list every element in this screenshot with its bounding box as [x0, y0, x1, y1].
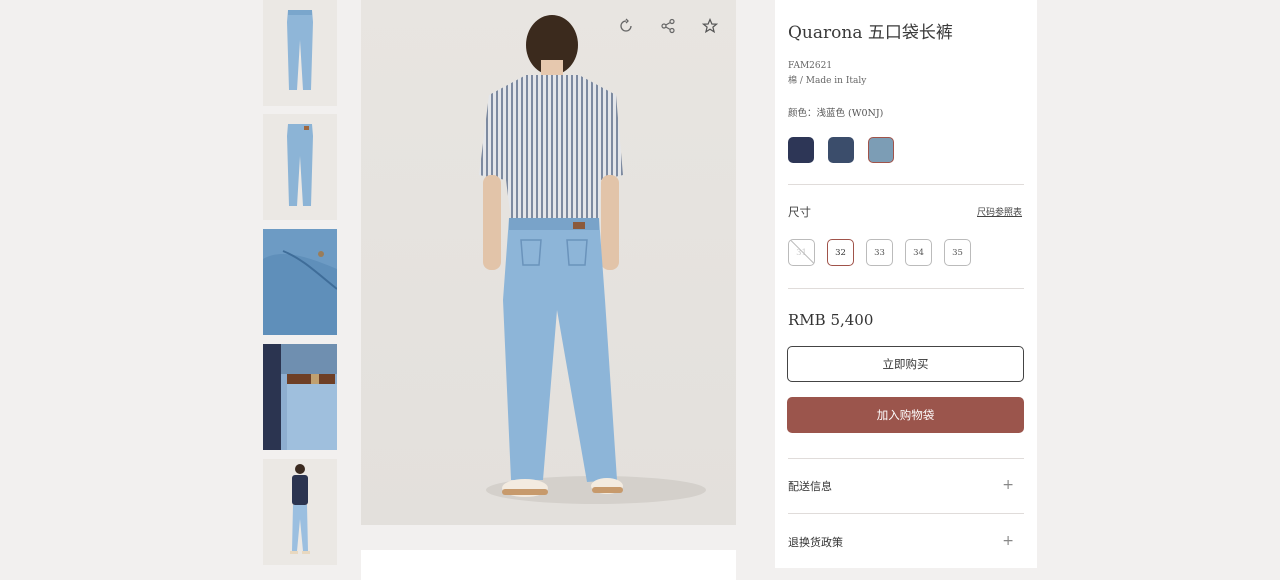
product-price: RMB 5,400 — [788, 311, 874, 329]
image-actions — [615, 16, 721, 36]
size-option-35[interactable]: 35 — [944, 239, 971, 266]
size-option-33[interactable]: 33 — [866, 239, 893, 266]
accordion-shipping-label: 配送信息 — [788, 480, 832, 493]
swatch-light-blue[interactable] — [868, 137, 894, 163]
add-to-bag-button[interactable]: 加入购物袋 — [787, 397, 1024, 433]
next-product-image — [361, 550, 736, 580]
size-label: 尺寸 — [788, 205, 811, 219]
accordion-shipping[interactable]: 配送信息 + — [788, 477, 1024, 498]
divider — [788, 458, 1024, 459]
accordion-returns-label: 退换货政策 — [788, 536, 843, 549]
thumbnail-jeans-front[interactable] — [263, 0, 337, 106]
size-option-34[interactable]: 34 — [905, 239, 932, 266]
thumbnail-jeans-back[interactable] — [263, 114, 337, 220]
thumbnail-belt-detail[interactable] — [263, 344, 337, 450]
size-option-31[interactable]: 31 — [788, 239, 815, 266]
swatch-mid-blue[interactable] — [828, 137, 854, 163]
product-sku: FAM2621 — [788, 61, 833, 71]
divider — [788, 184, 1024, 185]
product-material: 棉 / Made in Italy — [788, 76, 867, 86]
color-label: 颜色：浅蓝色 (W0NJ) — [788, 108, 884, 119]
thumbnail-fabric-detail[interactable] — [263, 229, 337, 335]
buy-now-button[interactable]: 立即购买 — [787, 346, 1024, 382]
share-icon[interactable] — [657, 16, 679, 36]
thumbnail-model-full[interactable] — [263, 459, 337, 565]
size-options: 31 32 33 34 35 — [788, 239, 971, 266]
product-panel: Quarona 五口袋长裤 FAM2621 棉 / Made in Italy … — [775, 0, 1037, 568]
product-title: Quarona 五口袋长裤 — [788, 23, 953, 43]
swatch-dark-navy[interactable] — [788, 137, 814, 163]
size-option-32[interactable]: 32 — [827, 239, 854, 266]
size-guide-link[interactable]: 尺码参照表 — [977, 205, 1022, 218]
favorite-star-icon[interactable] — [699, 16, 721, 36]
plus-icon: + — [1002, 477, 1014, 493]
accordion-returns[interactable]: 退换货政策 + — [788, 533, 1024, 554]
divider — [788, 513, 1024, 514]
plus-icon: + — [1002, 533, 1014, 549]
rotate-360-icon[interactable] — [615, 16, 637, 36]
divider — [788, 288, 1024, 289]
main-product-image[interactable] — [361, 0, 736, 525]
color-swatches — [788, 137, 894, 163]
